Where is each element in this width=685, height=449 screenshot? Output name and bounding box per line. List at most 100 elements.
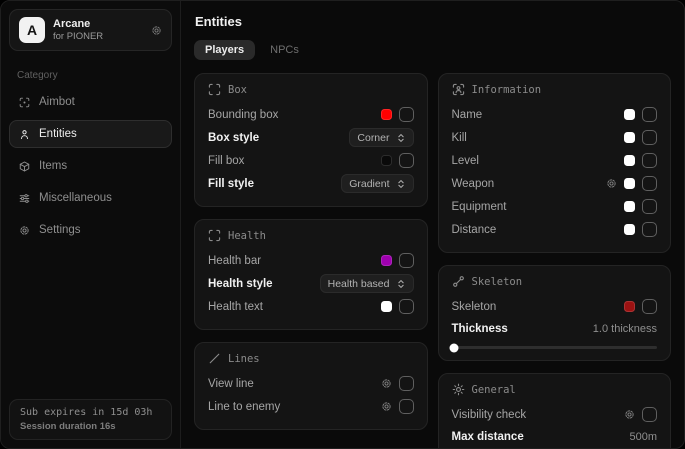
row-label: Max distance (452, 431, 524, 443)
row-label: Weapon (452, 178, 495, 190)
card-header: Lines (208, 352, 414, 365)
sidebar-item-miscellaneous[interactable]: Miscellaneous (9, 184, 172, 212)
card-header: Information (452, 83, 658, 96)
dropdown-value: Corner (357, 132, 389, 144)
card-title: Lines (228, 353, 260, 365)
row-controls (624, 222, 657, 237)
row-controls (381, 107, 414, 122)
row-controls (381, 253, 414, 268)
row-kill: Kill (452, 126, 658, 149)
checkbox[interactable] (642, 199, 657, 214)
card-health: Health Health bar Health style Health based… (194, 219, 428, 330)
color-swatch[interactable] (624, 224, 635, 235)
color-swatch[interactable] (624, 301, 635, 312)
checkbox[interactable] (399, 253, 414, 268)
slider-handle[interactable] (449, 343, 458, 352)
tab-players[interactable]: Players (194, 40, 255, 60)
sidebar-item-entities[interactable]: Entities (9, 120, 172, 148)
slider-row-max-distance: Max distance 500m (452, 426, 658, 447)
checkbox[interactable] (642, 130, 657, 145)
dropdown-health-style[interactable]: Health based (320, 274, 414, 293)
checkbox[interactable] (399, 399, 414, 414)
row-label: Box style (208, 132, 259, 144)
checkbox[interactable] (399, 107, 414, 122)
color-swatch[interactable] (624, 178, 635, 189)
bone-icon (452, 275, 465, 288)
row-visibility-check: Visibility check (452, 403, 658, 426)
card-title: Health (228, 230, 266, 242)
slider-value: 500m (629, 431, 657, 443)
main-panel: Entities PlayersNPCs BoxBounding boxBox … (181, 1, 684, 448)
color-swatch[interactable] (381, 109, 392, 120)
gear-icon[interactable] (606, 178, 617, 189)
sidebar-item-aimbot[interactable]: Aimbot (9, 88, 172, 116)
brand-card: A Arcane for PIONER (9, 9, 172, 51)
gear-icon[interactable] (151, 25, 162, 36)
color-swatch[interactable] (381, 255, 392, 266)
row-controls (624, 130, 657, 145)
row-level: Level (452, 149, 658, 172)
gear-icon (19, 225, 30, 236)
checkbox[interactable] (642, 176, 657, 191)
slider[interactable] (452, 346, 658, 349)
row-line-to-enemy: Line to enemy (208, 395, 414, 418)
row-label: Fill box (208, 155, 244, 167)
checkbox[interactable] (642, 153, 657, 168)
sidebar-item-label: Entities (39, 128, 77, 140)
card-title: General (472, 384, 516, 396)
row-controls (624, 199, 657, 214)
row-controls (381, 299, 414, 314)
checkbox[interactable] (399, 153, 414, 168)
card-box: BoxBounding boxBox styleCornerFill boxFi… (194, 73, 428, 207)
color-swatch[interactable] (624, 201, 635, 212)
dropdown-fill-style[interactable]: Gradient (341, 174, 413, 193)
checkbox[interactable] (642, 299, 657, 314)
checkbox[interactable] (642, 222, 657, 237)
app-logo: A (19, 17, 45, 43)
color-swatch[interactable] (381, 301, 392, 312)
sidebar-item-items[interactable]: Items (9, 152, 172, 180)
session-duration-text: Session duration 16s (20, 421, 161, 432)
row-controls: Health based (320, 274, 414, 293)
row-label: Health style (208, 278, 273, 290)
color-swatch[interactable] (624, 155, 635, 166)
entities-icon (19, 129, 30, 140)
checkbox[interactable] (399, 299, 414, 314)
color-swatch[interactable] (381, 155, 392, 166)
row-label: Line to enemy (208, 401, 280, 413)
gear-icon[interactable] (381, 378, 392, 389)
color-swatch[interactable] (624, 109, 635, 120)
card-header: Skeleton (452, 275, 658, 288)
row-weapon: Weapon (452, 172, 658, 195)
row-health-text: Health text (208, 295, 414, 318)
sub-expiry-text: Sub expires in 15d 03h (20, 407, 161, 418)
brackets-icon (208, 83, 221, 96)
checkbox[interactable] (399, 376, 414, 391)
dropdown-box-style[interactable]: Corner (349, 128, 413, 147)
row-label: Thickness (452, 323, 508, 335)
tab-npcs[interactable]: NPCs (259, 40, 310, 60)
row-controls (381, 399, 414, 414)
checkbox[interactable] (642, 107, 657, 122)
row-controls (624, 153, 657, 168)
dropdown-value: Health based (328, 278, 390, 290)
row-fill-box: Fill box (208, 149, 414, 172)
row-bounding-box: Bounding box (208, 103, 414, 126)
gear-icon[interactable] (381, 401, 392, 412)
checkbox[interactable] (642, 407, 657, 422)
sidebar-item-settings[interactable]: Settings (9, 216, 172, 244)
row-label: Health bar (208, 255, 261, 267)
row-controls (624, 107, 657, 122)
gear-icon[interactable] (624, 409, 635, 420)
unfold-icon (396, 279, 406, 289)
brackets-icon (208, 229, 221, 242)
card-lines: LinesView lineLine to enemy (194, 342, 428, 430)
row-label: Level (452, 155, 480, 167)
sidebar-item-label: Settings (39, 224, 81, 236)
card-title: Information (472, 84, 542, 96)
card-header: Health (208, 229, 414, 242)
sidebar-nav: Aimbot Entities Items Miscellaneous Settings (1, 86, 180, 246)
card-skeleton: SkeletonSkeletonThickness1.0 thickness (438, 265, 672, 361)
color-swatch[interactable] (624, 132, 635, 143)
row-skeleton: Skeleton (452, 295, 658, 318)
